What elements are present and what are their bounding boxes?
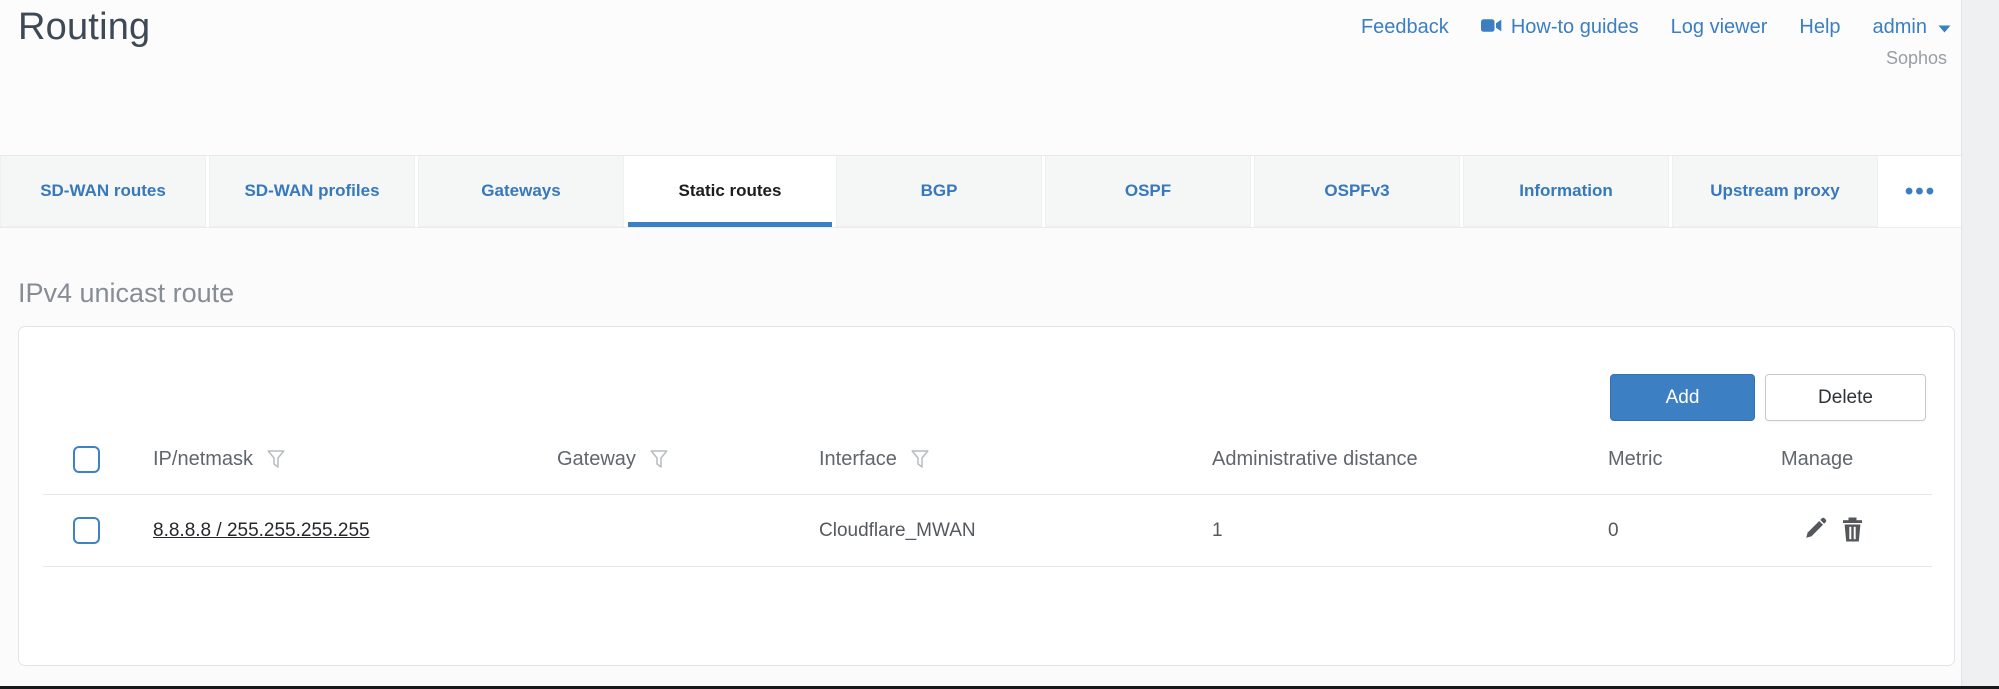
feedback-link[interactable]: Feedback <box>1361 16 1449 39</box>
table-row: 8.8.8.8 / 255.255.255.255 Cloudflare_MWA… <box>43 494 1932 567</box>
ellipsis-icon: ••• <box>1905 187 1936 197</box>
tab-label: Upstream proxy <box>1710 181 1839 201</box>
tab-label: OSPFv3 <box>1324 181 1389 201</box>
video-camera-icon <box>1481 16 1502 39</box>
header-nav-links: Feedback How-to guides Log viewer Help <box>1361 16 1951 39</box>
delete-row-button[interactable] <box>1841 517 1864 545</box>
header-nav: Feedback How-to guides Log viewer Help <box>1361 6 1951 69</box>
route-link[interactable]: 8.8.8.8 / 255.255.255.255 <box>153 520 370 541</box>
feedback-label: Feedback <box>1361 16 1449 39</box>
tab-ospfv3[interactable]: OSPFv3 <box>1254 156 1460 227</box>
interface-cell: Cloudflare_MWAN <box>819 520 1212 542</box>
column-label: Gateway <box>557 448 636 471</box>
tab-label: SD-WAN routes <box>40 181 166 201</box>
pencil-icon <box>1803 517 1827 544</box>
column-label: Manage <box>1781 448 1853 471</box>
howto-guides-label: How-to guides <box>1511 16 1639 39</box>
column-label: Administrative distance <box>1212 448 1418 471</box>
tab-upstream-proxy[interactable]: Upstream proxy <box>1672 156 1878 227</box>
chevron-down-icon <box>1938 16 1951 39</box>
manage-cell <box>1781 517 1932 545</box>
column-header-interface: Interface <box>819 443 1212 475</box>
add-button[interactable]: Add <box>1610 374 1755 421</box>
tab-gateways[interactable]: Gateways <box>418 156 624 227</box>
routes-table: IP/netmask Gateway Interfa <box>43 424 1932 567</box>
metric-cell: 0 <box>1608 520 1781 542</box>
brand-label: Sophos <box>1886 48 1951 69</box>
admin-distance-cell: 1 <box>1212 520 1608 542</box>
row-checkbox-cell <box>43 517 153 544</box>
filter-icon[interactable] <box>267 450 285 475</box>
section-heading: IPv4 unicast route <box>18 278 1955 309</box>
tab-sdwan-profiles[interactable]: SD-WAN profiles <box>209 156 415 227</box>
tab-static-routes[interactable]: Static routes <box>627 156 833 227</box>
routes-card: Add Delete IP/netmask <box>18 326 1955 666</box>
column-label: Interface <box>819 448 897 471</box>
main-area: IPv4 unicast route Add Delete IP/netmask <box>0 278 1961 666</box>
interface-value: Cloudflare_MWAN <box>819 520 976 541</box>
tab-label: SD-WAN profiles <box>244 181 379 201</box>
column-label: IP/netmask <box>153 448 253 471</box>
ip-netmask-cell: 8.8.8.8 / 255.255.255.255 <box>153 520 557 542</box>
select-all-checkbox[interactable] <box>73 446 100 473</box>
help-link[interactable]: Help <box>1799 16 1840 39</box>
tab-ospf[interactable]: OSPF <box>1045 156 1251 227</box>
tabs-overflow-button[interactable]: ••• <box>1881 156 1960 227</box>
page-title: Routing <box>18 6 150 49</box>
tab-label: Gateways <box>481 181 560 201</box>
column-header-gateway: Gateway <box>557 443 819 475</box>
log-viewer-link[interactable]: Log viewer <box>1671 16 1768 39</box>
admin-distance-value: 1 <box>1212 520 1223 541</box>
table-header-row: IP/netmask Gateway Interfa <box>43 424 1932 494</box>
page-header: Routing Feedback How-to guides Log viewe… <box>0 0 1961 155</box>
tab-bgp[interactable]: BGP <box>836 156 1042 227</box>
routing-tabbar: SD-WAN routes SD-WAN profiles Gateways S… <box>0 155 1961 228</box>
trash-icon <box>1841 517 1864 545</box>
tab-sdwan-routes[interactable]: SD-WAN routes <box>0 156 206 227</box>
row-checkbox[interactable] <box>73 517 100 544</box>
tab-label: OSPF <box>1125 181 1171 201</box>
howto-guides-link[interactable]: How-to guides <box>1481 16 1639 39</box>
column-label: Metric <box>1608 448 1662 471</box>
filter-icon[interactable] <box>650 450 668 475</box>
column-header-admin-distance: Administrative distance <box>1212 448 1608 471</box>
edit-button[interactable] <box>1803 517 1827 544</box>
column-header-manage: Manage <box>1781 448 1932 471</box>
header-checkbox-cell <box>43 446 153 473</box>
tab-label: BGP <box>921 181 958 201</box>
help-label: Help <box>1799 16 1840 39</box>
tab-information[interactable]: Information <box>1463 156 1669 227</box>
column-header-ip-netmask: IP/netmask <box>153 443 557 475</box>
user-menu[interactable]: admin <box>1873 16 1951 39</box>
card-actions: Add Delete <box>19 327 1954 421</box>
content-area: Routing Feedback How-to guides Log viewe… <box>0 0 1962 686</box>
tab-label: Information <box>1519 181 1613 201</box>
user-name: admin <box>1873 16 1927 39</box>
tab-label: Static routes <box>679 181 782 201</box>
metric-value: 0 <box>1608 520 1619 541</box>
routing-page: Routing Feedback How-to guides Log viewe… <box>0 0 1999 689</box>
filter-icon[interactable] <box>911 450 929 475</box>
log-viewer-label: Log viewer <box>1671 16 1768 39</box>
column-header-metric: Metric <box>1608 448 1781 471</box>
delete-button[interactable]: Delete <box>1765 374 1926 421</box>
